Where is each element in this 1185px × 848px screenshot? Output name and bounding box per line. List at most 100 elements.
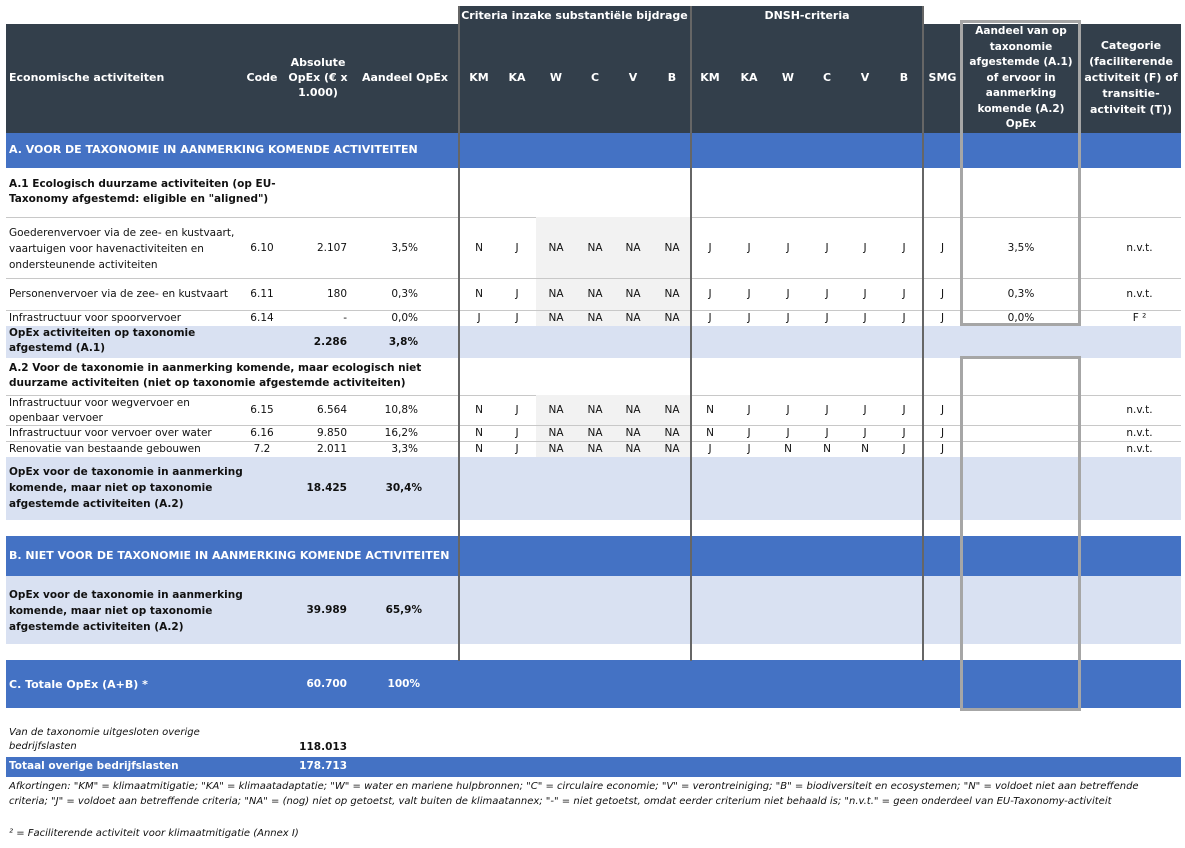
table-row-crit: J xyxy=(825,312,829,324)
table-row-share: 0,3% xyxy=(391,288,418,300)
excluded-value: 118.013 xyxy=(299,741,347,753)
header-crit-dnsh-1: KA xyxy=(740,71,758,84)
table-row-crit: NA xyxy=(664,312,680,324)
header-crit-dnsh-0: KM xyxy=(700,71,720,84)
table-row-crit: NA xyxy=(548,404,564,416)
table-row-crit: J xyxy=(515,242,519,254)
header-activity: Economische activiteiten xyxy=(9,71,165,84)
footnote-annex: ² = Faciliterende activiteit voor klimaa… xyxy=(9,828,299,839)
table-row-smg: J xyxy=(940,288,945,300)
a2-total-share: 30,4% xyxy=(385,482,422,494)
table-row-crit: J xyxy=(747,443,751,455)
table-row-name: Infrastructuur voor wegvervoer en openba… xyxy=(9,397,190,424)
table-row-crit: J xyxy=(902,242,906,254)
header-crit-dnsh-2: W xyxy=(781,71,795,84)
table-row-crit: NA xyxy=(587,288,603,300)
header-share: Aandeel OpEx xyxy=(362,71,448,84)
table-row-crit: NA xyxy=(587,404,603,416)
table-row-crit: J xyxy=(902,443,906,455)
table-row-smg: J xyxy=(940,312,945,324)
b-total-abs: 39.989 xyxy=(306,604,347,616)
table-row-crit: J xyxy=(786,404,790,416)
table-row-crit: J xyxy=(902,427,906,439)
table-row-crit: J xyxy=(515,427,519,439)
table-row-crit: NA xyxy=(548,242,564,254)
table-row-code: 6.16 xyxy=(250,427,274,439)
header-crit-sc-4: V xyxy=(628,71,638,84)
a1-total-label: OpEx activiteiten op taxonomie afgestemd… xyxy=(9,327,196,354)
table-row-crit: NA xyxy=(664,427,680,439)
table-row-crit: NA xyxy=(587,427,603,439)
table-row-crit: J xyxy=(902,404,906,416)
header-crit-dnsh-5: B xyxy=(899,71,909,84)
table-row-crit: N xyxy=(475,443,483,455)
table-row-crit: J xyxy=(708,288,712,300)
table-row-crit: J xyxy=(786,288,790,300)
a2-total-abs: 18.425 xyxy=(306,482,347,494)
table-row-crit: NA xyxy=(625,443,641,455)
table-row-crit: NA xyxy=(664,404,680,416)
table-row-crit: NA xyxy=(664,288,680,300)
table-row-crit: N xyxy=(475,288,483,300)
a2-total-label: OpEx voor de taxonomie in aanmerking kom… xyxy=(9,466,243,510)
table-row-crit: J xyxy=(515,312,519,324)
table-row-abs: 6.564 xyxy=(316,404,347,416)
table-row-name: Infrastructuur voor vervoer over water xyxy=(9,427,212,439)
table-row-code: 7.2 xyxy=(253,443,271,455)
b-total-share: 65,9% xyxy=(385,604,422,616)
table-row-code: 6.14 xyxy=(250,312,274,324)
table-row-share: 3,5% xyxy=(391,242,418,254)
table-row-crit: J xyxy=(515,288,519,300)
table-row-category: n.v.t. xyxy=(1126,404,1153,416)
total-other-value: 178.713 xyxy=(299,760,347,772)
table-row-crit: J xyxy=(863,312,867,324)
a1-total-abs: 2.286 xyxy=(313,336,347,348)
table-row-crit: J xyxy=(747,404,751,416)
table-row-crit: NA xyxy=(548,312,564,324)
section-c-share: 100% xyxy=(387,678,420,690)
table-row-crit: NA xyxy=(587,443,603,455)
table-row-crit: NA xyxy=(587,242,603,254)
a1-total-share: 3,8% xyxy=(388,336,418,348)
table-row-crit: J xyxy=(863,288,867,300)
table-row-crit: J xyxy=(747,312,751,324)
header-category: Categorie (faciliterende activiteit (F) … xyxy=(1084,39,1178,116)
header-crit-sc-2: W xyxy=(549,71,563,84)
table-row-crit: NA xyxy=(664,443,680,455)
table-row-abs: 2.011 xyxy=(316,443,347,455)
table-row-crit: N xyxy=(784,443,792,455)
header-crit-sc-5: B xyxy=(667,71,677,84)
table-row-name: Goederenvervoer via de zee- en kustvaart… xyxy=(9,227,235,271)
table-row-crit: N xyxy=(475,404,483,416)
header-code: Code xyxy=(246,71,278,84)
table-row-crit: NA xyxy=(625,312,641,324)
table-row-crit: J xyxy=(515,404,519,416)
header-group-dnsh: DNSH-criteria xyxy=(764,9,850,22)
table-row-smg: J xyxy=(940,427,945,439)
table-row-crit: J xyxy=(747,242,751,254)
a1-title: A.1 Ecologisch duurzame activiteiten (op… xyxy=(9,178,276,205)
table-row-crit: NA xyxy=(625,427,641,439)
table-row-crit: NA xyxy=(625,288,641,300)
table-row-crit: NA xyxy=(625,242,641,254)
table-row-crit: J xyxy=(708,312,712,324)
table-row-crit: N xyxy=(706,404,714,416)
table-row-crit: J xyxy=(786,312,790,324)
table-row-crit: J xyxy=(902,288,906,300)
header-abs: Absolute OpEx (€ x 1.000) xyxy=(288,56,348,99)
table-row-crit: J xyxy=(708,443,712,455)
table-row-crit: J xyxy=(825,288,829,300)
table-row-category: n.v.t. xyxy=(1126,443,1153,455)
table-row-smg: J xyxy=(940,404,945,416)
excluded-label: Van de taxonomie uitgesloten overige bed… xyxy=(9,727,200,752)
header-crit-dnsh-4: V xyxy=(860,71,870,84)
header-crit-sc-3: C xyxy=(590,71,600,84)
table-row-crit: N xyxy=(706,427,714,439)
table-row-name: Infrastructuur voor spoorvervoer xyxy=(9,312,182,324)
section-a-title: A. VOOR DE TAXONOMIE IN AANMERKING KOMEN… xyxy=(9,143,418,156)
table-row-crit: J xyxy=(786,427,790,439)
table-row-crit: J xyxy=(863,427,867,439)
table-row-category: n.v.t. xyxy=(1126,288,1153,300)
table-row-share: 16,2% xyxy=(384,427,418,439)
table-row-share: 3,3% xyxy=(391,443,418,455)
